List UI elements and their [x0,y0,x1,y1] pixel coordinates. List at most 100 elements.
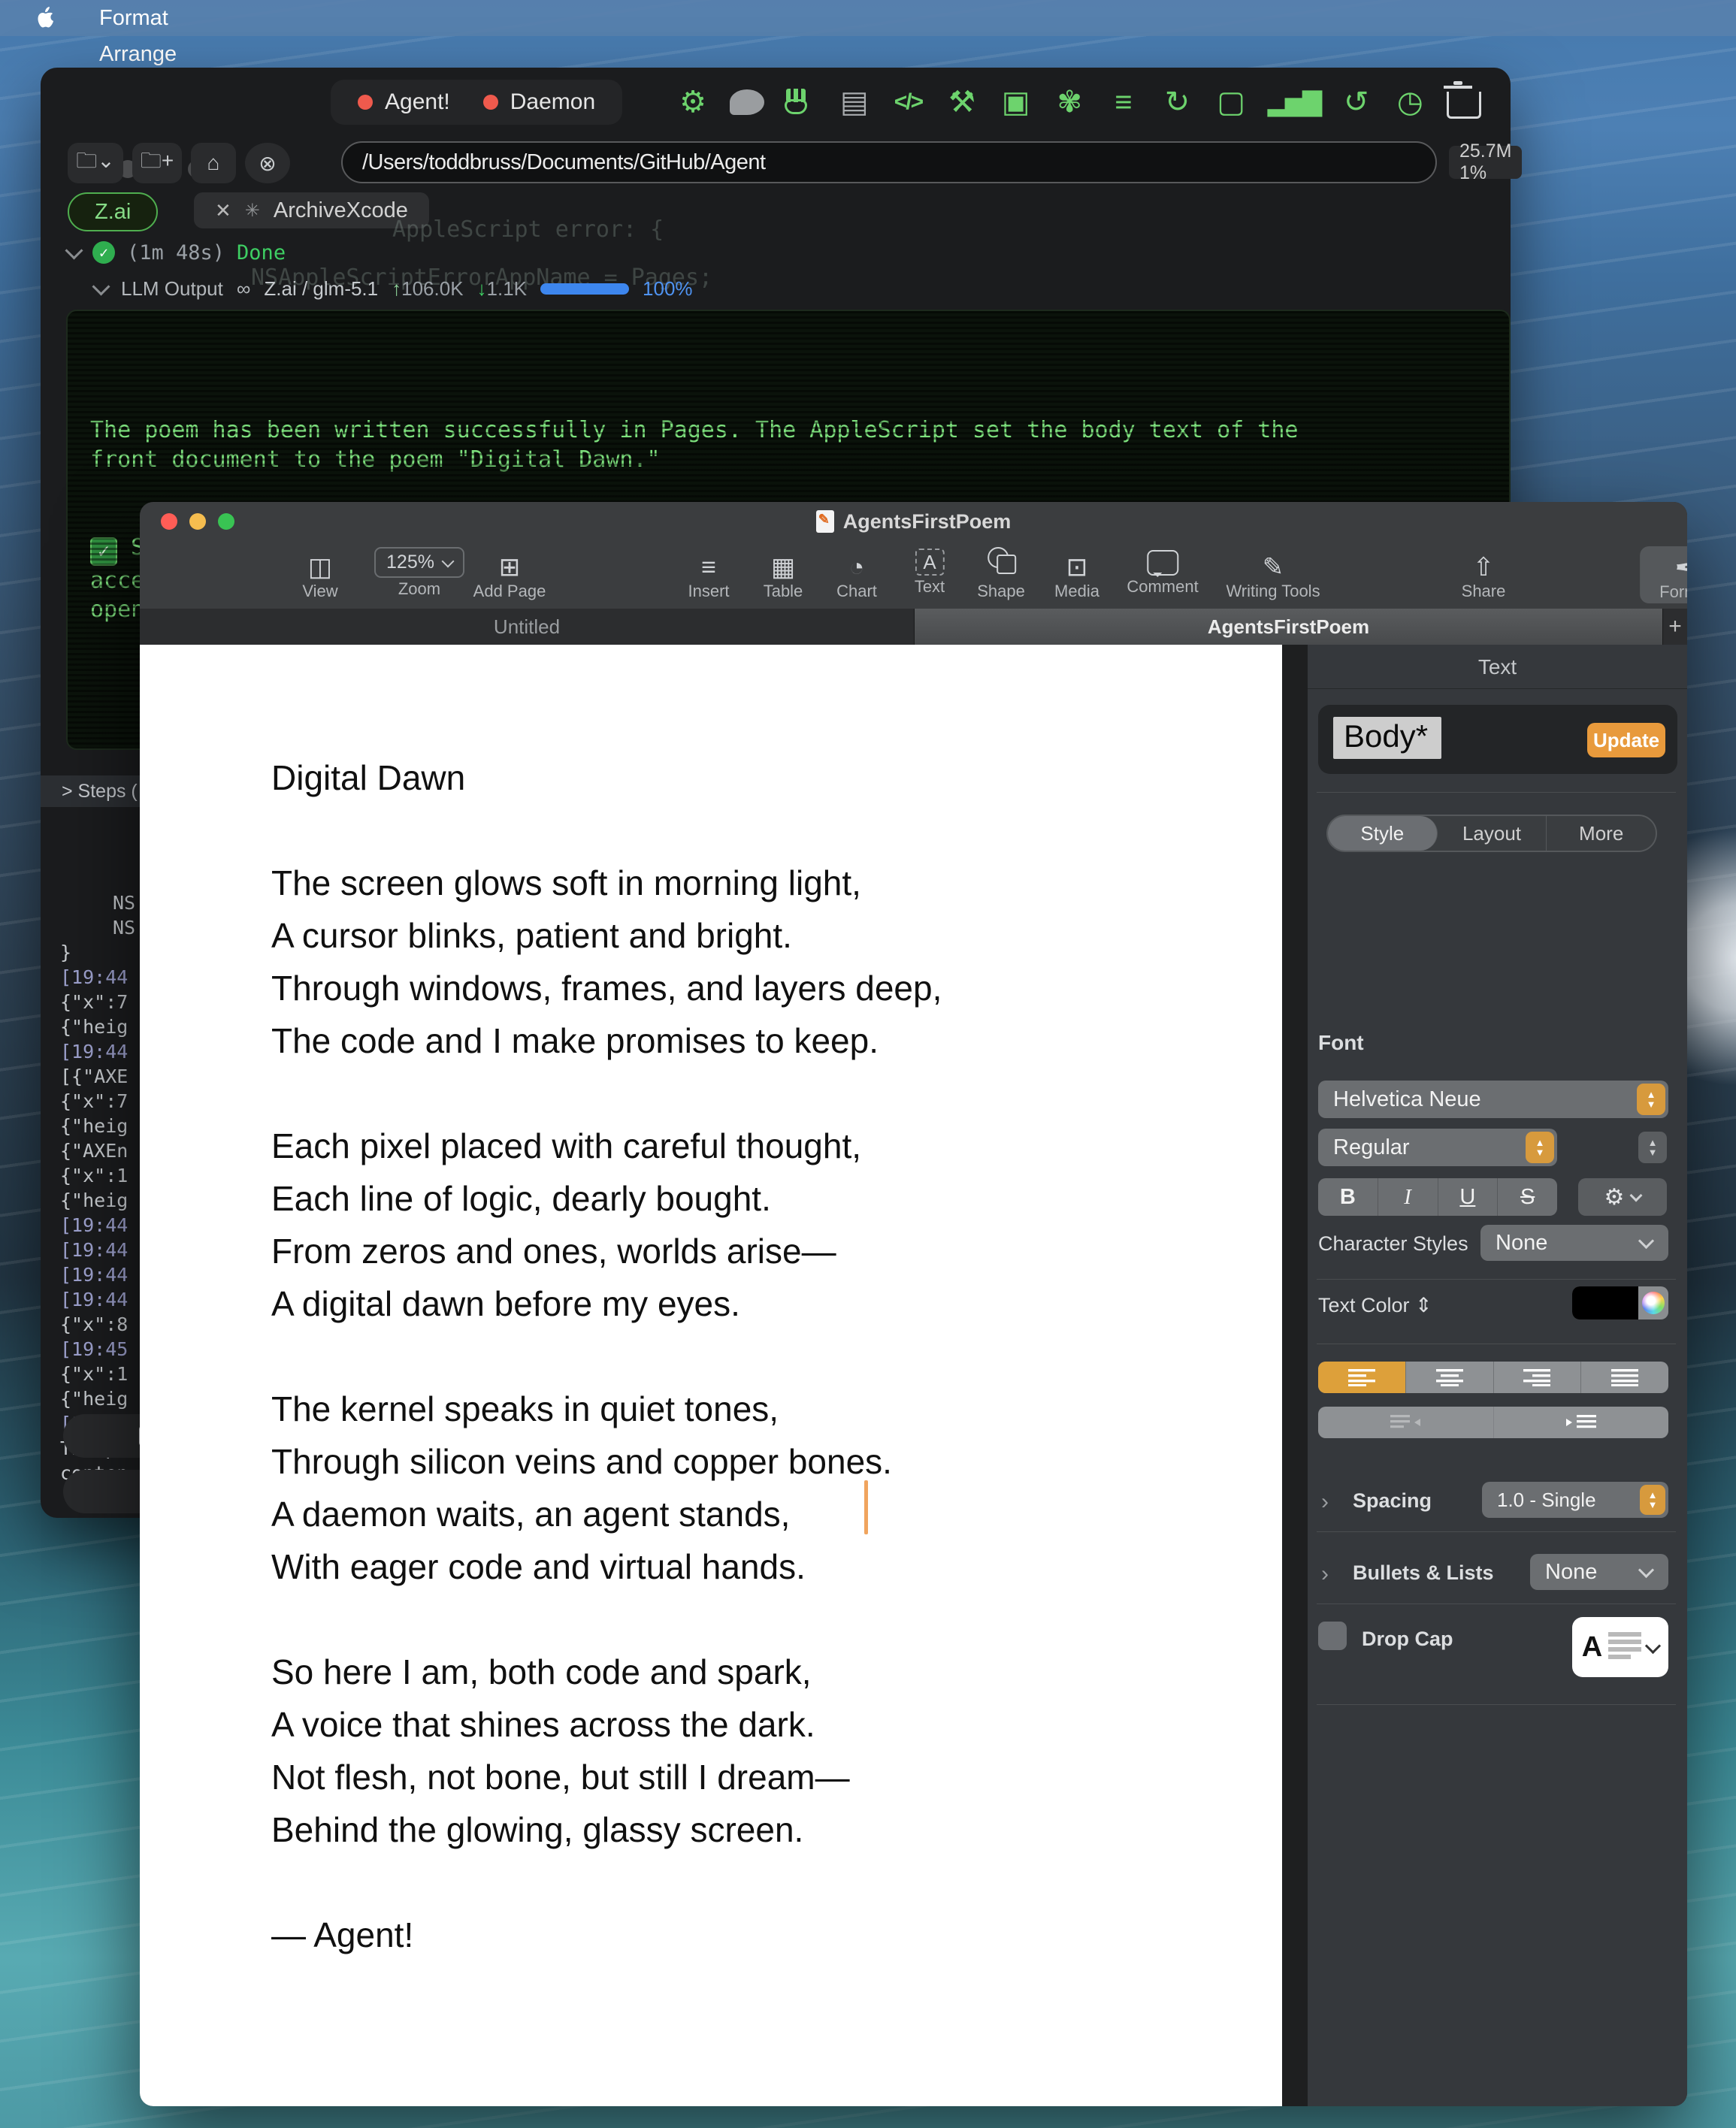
indent-icon [1566,1414,1596,1431]
poem-line: A daemon waits, an agent stands, [271,1488,1218,1540]
zoom-control[interactable]: 125% Zoom [374,541,464,609]
pages-titlebar[interactable]: AgentsFirstPoem [140,502,1687,541]
window-title: AgentsFirstPoem [816,510,1012,534]
sync-icon[interactable]: ↻ [1160,83,1194,121]
table-button[interactable]: ▦ Table [764,541,803,609]
poem-line: A cursor blinks, patient and bright. [271,909,1218,962]
update-style-button[interactable]: Update [1587,723,1665,757]
paragraph-style-panel[interactable]: Body* Update [1318,705,1677,774]
server-icon[interactable]: ▤ [837,83,872,121]
poem-line: Behind the glowing, glassy screen. [271,1803,1218,1856]
undo-icon[interactable]: ↺ [1339,83,1374,121]
run-status-row[interactable]: ✓ (1m 48s) Done [68,237,286,268]
agent-titlebar[interactable]: Agent! Daemon ⚙ ▤ </> ⚒ ▣ ✾ ≡ [41,68,1511,137]
writing-tools-button[interactable]: ✎ Writing Tools [1226,541,1320,609]
tool-icon [986,541,1016,580]
brain-icon[interactable]: ✾ [1052,83,1087,121]
new-folder-button[interactable]: 🗀+ [132,143,182,183]
format-button[interactable]: B [1318,1178,1378,1216]
current-color[interactable] [1572,1286,1638,1319]
sliders-icon[interactable]: ≡ [1106,83,1141,121]
tool-label: Shape [977,582,1025,601]
menu-item[interactable]: Arrange [74,36,202,72]
poem-line: The kernel speaks in quiet tones, [271,1383,1218,1435]
align-right-button[interactable] [1494,1362,1582,1393]
document-tab[interactable]: AgentsFirstPoem [915,609,1663,645]
view-button[interactable]: ◫ View [302,541,337,609]
style-layout-more-tabs: StyleLayoutMore [1326,815,1657,852]
folder-menu-button[interactable]: 🗀⌄ [68,143,123,183]
format-button[interactable]: U [1438,1178,1499,1216]
decrease-indent-button[interactable] [1318,1407,1494,1438]
chat-bubble-icon[interactable] [730,89,764,115]
align-center-button[interactable] [1406,1362,1494,1393]
format-button[interactable]: I [1378,1178,1438,1216]
scan-frame-icon[interactable]: ▢ [1214,83,1248,121]
chevron-down-icon[interactable] [65,241,83,259]
menu-item[interactable]: Format [74,0,202,36]
settings-gears-icon[interactable]: ⚙ [676,83,710,121]
trash-icon[interactable] [1447,92,1481,119]
stepper-icon[interactable]: ▲▼ [1637,1084,1665,1115]
share-button[interactable]: ⇧ Share [1462,541,1506,609]
drop-cap-style-button[interactable]: A [1572,1617,1668,1677]
tool-label: Share [1462,582,1506,601]
history-clock-icon[interactable]: ◷ [1393,83,1427,121]
clear-button[interactable]: ⊗ [245,143,290,183]
agent-status-label: Agent! [358,89,450,115]
spacing-dropdown[interactable]: 1.0 - Single ▲▼ [1482,1482,1668,1518]
tab-zai[interactable]: Z.ai [68,192,158,231]
justify-button[interactable] [1581,1362,1668,1393]
chevron-down-icon[interactable] [92,277,110,295]
close-tab-icon[interactable]: ✕ [215,199,231,222]
document-page[interactable]: Digital DawnThe screen glows soft in mor… [140,645,1282,2106]
sidebar-tab[interactable]: More [1547,816,1656,851]
poem-body-text[interactable]: Digital DawnThe screen glows soft in mor… [271,751,1218,1961]
home-button[interactable]: ⌂ [191,143,236,183]
insert-button[interactable]: ≡ Insert [688,541,729,609]
poem-line: So here I am, both code and spark, [271,1646,1218,1698]
tool-icon: ▦ [771,541,795,580]
align-center-icon [1436,1368,1463,1386]
sidebar-tab[interactable]: Layout [1438,816,1547,851]
tools-icon[interactable]: ⚒ [945,83,979,121]
minimize-window-button[interactable] [189,513,206,530]
chevron-down-icon [1638,1561,1654,1577]
code-icon[interactable]: </> [891,83,925,121]
disclosure-chevron-icon[interactable]: › [1321,1561,1329,1587]
disclosure-chevron-icon[interactable]: › [1321,1489,1329,1515]
drop-cap-checkbox[interactable] [1318,1622,1347,1650]
document-tab[interactable]: Untitled [140,609,915,645]
chart-button[interactable]: ◔ Chart [836,541,877,609]
path-field[interactable]: /Users/toddbruss/Documents/GitHub/Agent [341,141,1437,183]
shape-button[interactable]: Shape [977,541,1025,609]
add-page-button[interactable]: ⊞ Add Page [473,541,546,609]
paragraph-style-name[interactable]: Body* [1333,717,1441,759]
format-button[interactable]: ✒ Format [1640,546,1687,603]
stepper-icon[interactable]: ▲▼ [1640,1485,1665,1515]
comment-button[interactable]: Comment [1127,541,1198,609]
fullscreen-window-button[interactable] [218,513,234,530]
media-button[interactable]: ⊡ Media [1054,541,1099,609]
llm-output-row[interactable]: LLM Output ∞ Z.ai / glm-5.1 ↑106.0K ↓1.1… [95,274,693,304]
bar-chart-icon[interactable]: ▂▅▇ [1268,83,1320,121]
sidebar-tab[interactable]: Style [1328,816,1438,851]
text-color-swatch[interactable] [1572,1286,1668,1319]
character-styles-dropdown[interactable]: None [1480,1225,1668,1261]
chip-icon[interactable]: ▣ [999,83,1033,121]
align-left-button[interactable] [1318,1362,1406,1393]
increase-indent-button[interactable] [1494,1407,1669,1438]
advanced-options-button[interactable]: ⚙ [1578,1178,1667,1216]
bullets-lists-label: Bullets & Lists [1353,1561,1494,1585]
format-button[interactable]: S [1498,1178,1557,1216]
drop-cap-preview-lines-icon [1608,1631,1641,1664]
new-tab-button[interactable]: + [1663,609,1687,645]
apple-logo-icon[interactable] [29,7,63,29]
color-wheel-icon[interactable] [1638,1286,1668,1319]
text-button[interactable]: A Text [915,541,945,609]
stop-hand-icon[interactable] [783,89,818,116]
font-family-dropdown[interactable]: Helvetica Neue ▲▼ [1318,1081,1668,1118]
close-window-button[interactable] [161,513,177,530]
font-size-stepper[interactable]: ▲▼ [1638,1132,1667,1163]
bullets-lists-dropdown[interactable]: None [1530,1554,1668,1590]
